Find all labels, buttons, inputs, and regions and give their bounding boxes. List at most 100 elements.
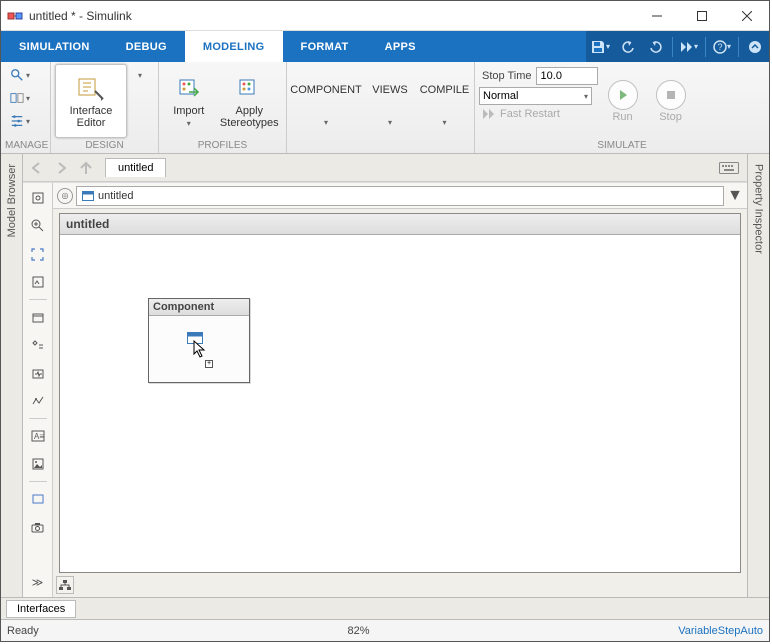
ribbon: ▾ ▾ ▾ MANAGE Interface Editor ▾	[1, 62, 769, 154]
import-button[interactable]: Import▾	[163, 64, 215, 138]
design-dropdown[interactable]: ▾	[127, 64, 153, 86]
status-bar: Ready 82% VariableStepAuto	[1, 619, 769, 641]
add-indicator-icon: +	[205, 360, 213, 368]
apply-stereotypes-button[interactable]: Apply Stereotypes	[217, 64, 282, 138]
signal-logging-icon[interactable]	[27, 362, 49, 384]
address-bar: ◎ untitled ▼	[53, 183, 747, 209]
zoom-in-icon[interactable]	[27, 215, 49, 237]
stop-icon	[656, 80, 686, 110]
model-tab[interactable]: untitled	[105, 158, 166, 177]
nav-forward-button[interactable]	[51, 157, 73, 179]
ribbon-group-profiles: Import▾ Apply Stereotypes PROFILES	[159, 62, 287, 153]
stop-button[interactable]: Stop	[648, 64, 694, 138]
canvas[interactable]: untitled Component +	[53, 209, 747, 597]
window-title: untitled * - Simulink	[29, 9, 634, 23]
area-icon[interactable]	[27, 488, 49, 510]
compile-dropdown[interactable]: ▾	[432, 112, 458, 134]
compile-dropdown-label: COMPILE	[420, 84, 470, 96]
import-label: Import	[173, 105, 204, 117]
help-icon[interactable]: ?▾	[708, 31, 736, 62]
bottom-tab-row: Interfaces	[1, 597, 769, 619]
nav-up-button[interactable]	[75, 157, 97, 179]
nav-back-button[interactable]	[27, 157, 49, 179]
hierarchy-icon[interactable]	[56, 576, 74, 594]
mouse-cursor-icon	[193, 340, 207, 358]
group-label-profiles: PROFILES	[163, 139, 282, 153]
annotation-icon[interactable]: A≡	[27, 425, 49, 447]
library-browser-icon[interactable]	[27, 306, 49, 328]
status-ready: Ready	[7, 625, 39, 637]
fast-restart-icon	[482, 108, 496, 120]
interface-editor-icon	[77, 73, 105, 105]
model-browser-rail[interactable]: Model Browser	[1, 154, 23, 597]
save-icon[interactable]: ▾	[586, 31, 614, 62]
keyboard-icon[interactable]	[719, 162, 739, 174]
redo-icon[interactable]	[642, 31, 670, 62]
close-button[interactable]	[724, 1, 769, 30]
hide-browser-icon[interactable]	[27, 187, 49, 209]
simulink-app-icon	[7, 8, 23, 24]
undo-icon[interactable]	[614, 31, 642, 62]
canvas-toolbar: A≡ ≫	[23, 183, 53, 597]
step-forward-icon[interactable]: ▾	[675, 31, 703, 62]
component-title: Component	[149, 299, 249, 316]
minimize-ribbon-icon[interactable]	[741, 31, 769, 62]
status-solver[interactable]: VariableStepAuto	[678, 625, 763, 637]
model-browser-label: Model Browser	[6, 164, 18, 237]
titlebar: untitled * - Simulink	[1, 1, 769, 31]
stop-time-label: Stop Time	[482, 70, 532, 82]
maximize-button[interactable]	[679, 1, 724, 30]
tab-debug[interactable]: DEBUG	[108, 31, 185, 62]
ribbon-group-manage: ▾ ▾ ▾ MANAGE	[1, 62, 51, 153]
fast-restart-label: Fast Restart	[500, 108, 560, 120]
property-inspector-rail[interactable]: Property Inspector	[747, 154, 769, 597]
ribbon-group-simulate: Stop Time Normal▾ Fast Restart Run	[475, 62, 769, 153]
ribbon-group-compile: COMPILE ▾	[415, 62, 475, 153]
sheet: untitled Component +	[59, 213, 741, 573]
quick-access-toolbar: ▾ ▾ ?▾	[586, 31, 769, 62]
tab-simulation[interactable]: SIMULATION	[1, 31, 108, 62]
tab-format[interactable]: FORMAT	[283, 31, 367, 62]
component-block[interactable]: Component +	[148, 298, 250, 383]
import-icon	[177, 73, 201, 105]
apply-stereotypes-icon	[237, 73, 261, 105]
nav-row: untitled	[23, 154, 747, 182]
ribbon-group-component: COMPONENT ▾	[287, 62, 365, 153]
apply-stereotypes-label: Apply Stereotypes	[220, 105, 279, 129]
address-field[interactable]: untitled	[76, 186, 724, 206]
zoom-normal-icon[interactable]	[27, 271, 49, 293]
ribbon-group-design: Interface Editor ▾ DESIGN	[51, 62, 159, 153]
fast-restart-button[interactable]: Fast Restart	[482, 108, 598, 120]
address-text: untitled	[98, 190, 133, 202]
component-dropdown[interactable]: ▾	[313, 112, 339, 134]
fit-view-icon[interactable]	[27, 243, 49, 265]
minimize-button[interactable]	[634, 1, 679, 30]
tab-modeling[interactable]: MODELING	[185, 31, 283, 62]
property-inspector-label: Property Inspector	[753, 164, 765, 254]
model-icon	[82, 191, 94, 201]
compare-button[interactable]: ▾	[5, 87, 35, 109]
interfaces-tab[interactable]: Interfaces	[6, 600, 76, 618]
model-explorer-icon[interactable]	[27, 334, 49, 356]
stop-label: Stop	[659, 111, 682, 123]
screenshot-icon[interactable]	[27, 516, 49, 538]
stop-time-input[interactable]	[536, 67, 598, 85]
toolbar-more-icon[interactable]: ≫	[27, 571, 49, 593]
interface-editor-button[interactable]: Interface Editor	[55, 64, 127, 138]
sim-mode-select[interactable]: Normal▾	[479, 87, 592, 105]
group-label-design: DESIGN	[55, 139, 154, 153]
settings-button[interactable]: ▾	[5, 110, 35, 132]
viewmarks-icon[interactable]	[27, 390, 49, 412]
address-dropdown[interactable]: ▼	[727, 187, 743, 205]
target-icon[interactable]: ◎	[57, 188, 73, 204]
svg-text:?: ?	[717, 42, 722, 52]
image-icon[interactable]	[27, 453, 49, 475]
run-button[interactable]: Run	[600, 64, 646, 138]
play-icon	[608, 80, 638, 110]
interface-editor-label: Interface Editor	[70, 105, 113, 129]
tab-apps[interactable]: APPS	[367, 31, 434, 62]
group-label-manage: MANAGE	[5, 139, 46, 153]
views-dropdown[interactable]: ▾	[377, 112, 403, 134]
find-button[interactable]: ▾	[5, 64, 35, 86]
ribbon-tabstrip: SIMULATION DEBUG MODELING FORMAT APPS ▾ …	[1, 31, 769, 62]
